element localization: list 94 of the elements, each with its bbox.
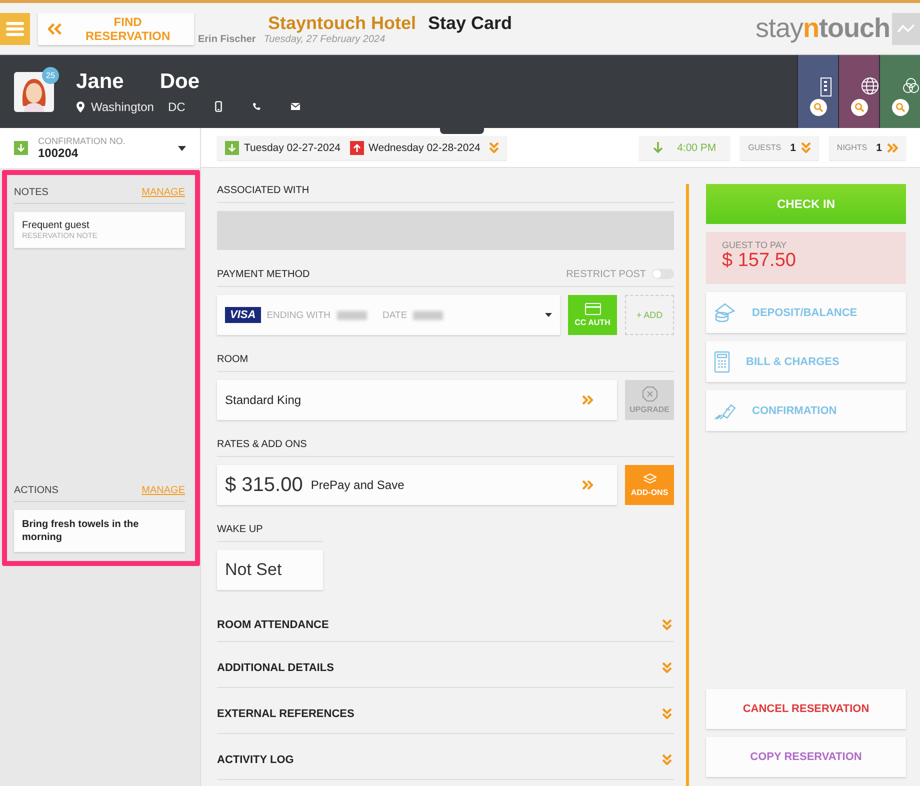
caret-down-icon bbox=[178, 146, 186, 150]
arrival-date: Tuesday 02-27-2024 bbox=[244, 142, 341, 154]
guest-count-badge: 25 bbox=[42, 67, 59, 84]
brand-logo: stayntouch bbox=[755, 13, 890, 44]
restrict-post-toggle[interactable] bbox=[652, 269, 674, 279]
departure-date: Wednesday 02-28-2024 bbox=[368, 142, 480, 154]
copy-reservation-button[interactable]: COPY RESERVATION bbox=[706, 737, 906, 777]
layers-icon bbox=[642, 473, 656, 485]
cancel-reservation-button[interactable]: CANCEL RESERVATION bbox=[706, 689, 906, 729]
card-ending-label: ENDING WITH bbox=[266, 310, 331, 320]
confirmation-selector[interactable]: CONFIRMATION NO. 100204 bbox=[0, 128, 200, 168]
envelope-send-icon bbox=[714, 402, 736, 420]
caret-down-icon bbox=[545, 313, 552, 317]
redacted-text bbox=[336, 310, 367, 320]
drawer-handle[interactable] bbox=[440, 128, 484, 134]
double-chevron-right-icon bbox=[887, 142, 898, 152]
nights-button[interactable]: NIGHTS 1 bbox=[828, 136, 906, 160]
nights-label: NIGHTS bbox=[836, 143, 868, 152]
user-name: Erin Fischer bbox=[198, 34, 256, 44]
double-chevron-left-icon bbox=[48, 22, 62, 34]
location-pin-icon bbox=[76, 100, 85, 112]
building-icon bbox=[820, 77, 834, 97]
double-chevron-down-icon bbox=[662, 662, 672, 673]
action-card[interactable]: Bring fresh towels in the morning bbox=[14, 510, 185, 552]
page-title: Stay Card bbox=[428, 12, 512, 34]
double-chevron-down-icon bbox=[662, 754, 672, 765]
payment-method-dropdown[interactable]: VISA ENDING WITH DATE bbox=[217, 295, 560, 335]
restrict-post-label: RESTRICT POST bbox=[566, 268, 646, 280]
card-date-label: DATE bbox=[382, 310, 408, 320]
double-chevron-right-icon bbox=[582, 395, 593, 405]
confirmation-number: 100204 bbox=[38, 146, 80, 160]
business-date: Tuesday, 27 February 2024 bbox=[264, 34, 386, 44]
profile-card-tab[interactable] bbox=[797, 55, 838, 128]
actions-heading: ACTIONS bbox=[14, 485, 58, 496]
phone-icon[interactable] bbox=[252, 102, 262, 111]
double-chevron-down-icon bbox=[800, 142, 811, 153]
nights-count: 1 bbox=[876, 142, 882, 154]
balance-label: GUEST TO PAY bbox=[722, 240, 788, 250]
search-icon[interactable] bbox=[892, 99, 909, 116]
section-heading: ROOM bbox=[217, 354, 248, 364]
guest-avatar[interactable] bbox=[14, 72, 54, 112]
calculator-icon bbox=[714, 350, 730, 372]
guest-first-name: Jane bbox=[76, 70, 124, 94]
card-brand-logo: VISA bbox=[225, 307, 261, 323]
section-heading: RATES & ADD ONS bbox=[217, 438, 307, 450]
double-chevron-down-icon bbox=[489, 142, 500, 153]
arrival-time: 4:00 PM bbox=[677, 142, 716, 154]
rate-name: PrePay and Save bbox=[310, 478, 404, 492]
down-arrow-icon bbox=[653, 142, 664, 154]
guest-city: Washington bbox=[91, 100, 154, 114]
credit-card-icon bbox=[584, 303, 600, 315]
search-icon[interactable] bbox=[851, 99, 868, 116]
mobile-phone-icon[interactable] bbox=[215, 101, 222, 112]
guests-label: GUESTS bbox=[748, 143, 782, 152]
confirmation-label: CONFIRMATION NO. bbox=[38, 136, 126, 146]
collapsible-section[interactable]: EXTERNAL REFERENCES bbox=[217, 688, 674, 734]
profile-card-tab[interactable] bbox=[879, 55, 920, 128]
section-heading: WAKE UP bbox=[217, 524, 263, 534]
profile-card-tab[interactable] bbox=[838, 55, 879, 128]
search-icon[interactable] bbox=[810, 99, 827, 116]
double-chevron-down-icon bbox=[662, 619, 672, 630]
room-type-button[interactable]: Standard King bbox=[217, 380, 617, 420]
rate-amount: $ 315.00 bbox=[225, 474, 303, 496]
guests-button[interactable]: GUESTS 1 bbox=[740, 136, 819, 160]
double-chevron-down-icon bbox=[662, 708, 672, 719]
rate-button[interactable]: $ 315.00 PrePay and Save bbox=[217, 465, 617, 505]
action-text: Bring fresh towels in the morning bbox=[22, 518, 140, 544]
globe-icon bbox=[861, 77, 879, 95]
wake-up-button[interactable]: Not Set bbox=[217, 550, 323, 590]
mail-icon[interactable] bbox=[291, 103, 300, 110]
associated-with-field[interactable] bbox=[217, 211, 674, 250]
balance-amount: $ 157.50 bbox=[722, 250, 797, 272]
arrival-arrow-icon bbox=[225, 140, 239, 154]
note-text: Frequent guest bbox=[22, 220, 90, 231]
notes-heading: NOTES bbox=[14, 187, 48, 198]
guest-state: DC bbox=[168, 100, 186, 114]
section-heading: PAYMENT METHOD bbox=[217, 268, 310, 280]
redacted-text bbox=[413, 310, 444, 320]
arrival-arrow-icon bbox=[14, 141, 28, 155]
line-graph-icon bbox=[897, 24, 915, 34]
guest-last-name: Doe bbox=[160, 70, 200, 94]
collapsible-section[interactable]: ADDITIONAL DETAILS bbox=[217, 642, 674, 688]
group-icon bbox=[902, 77, 920, 95]
double-chevron-right-icon bbox=[582, 480, 593, 490]
hotel-name: Stayntouch Hotel bbox=[268, 12, 416, 34]
menu-icon bbox=[6, 20, 24, 36]
collapsible-section[interactable]: ROOM ATTENDANCE bbox=[217, 608, 674, 642]
section-heading: ASSOCIATED WITH bbox=[217, 184, 310, 196]
guests-count: 1 bbox=[790, 142, 796, 154]
coin-stack-icon bbox=[714, 302, 736, 322]
stay-dates-button[interactable]: Tuesday 02-27-2024 Wednesday 02-28-2024 bbox=[217, 136, 508, 160]
close-icon bbox=[642, 386, 658, 402]
room-type: Standard King bbox=[225, 393, 302, 407]
collapsible-section[interactable]: ACTIVITY LOG bbox=[217, 734, 674, 780]
